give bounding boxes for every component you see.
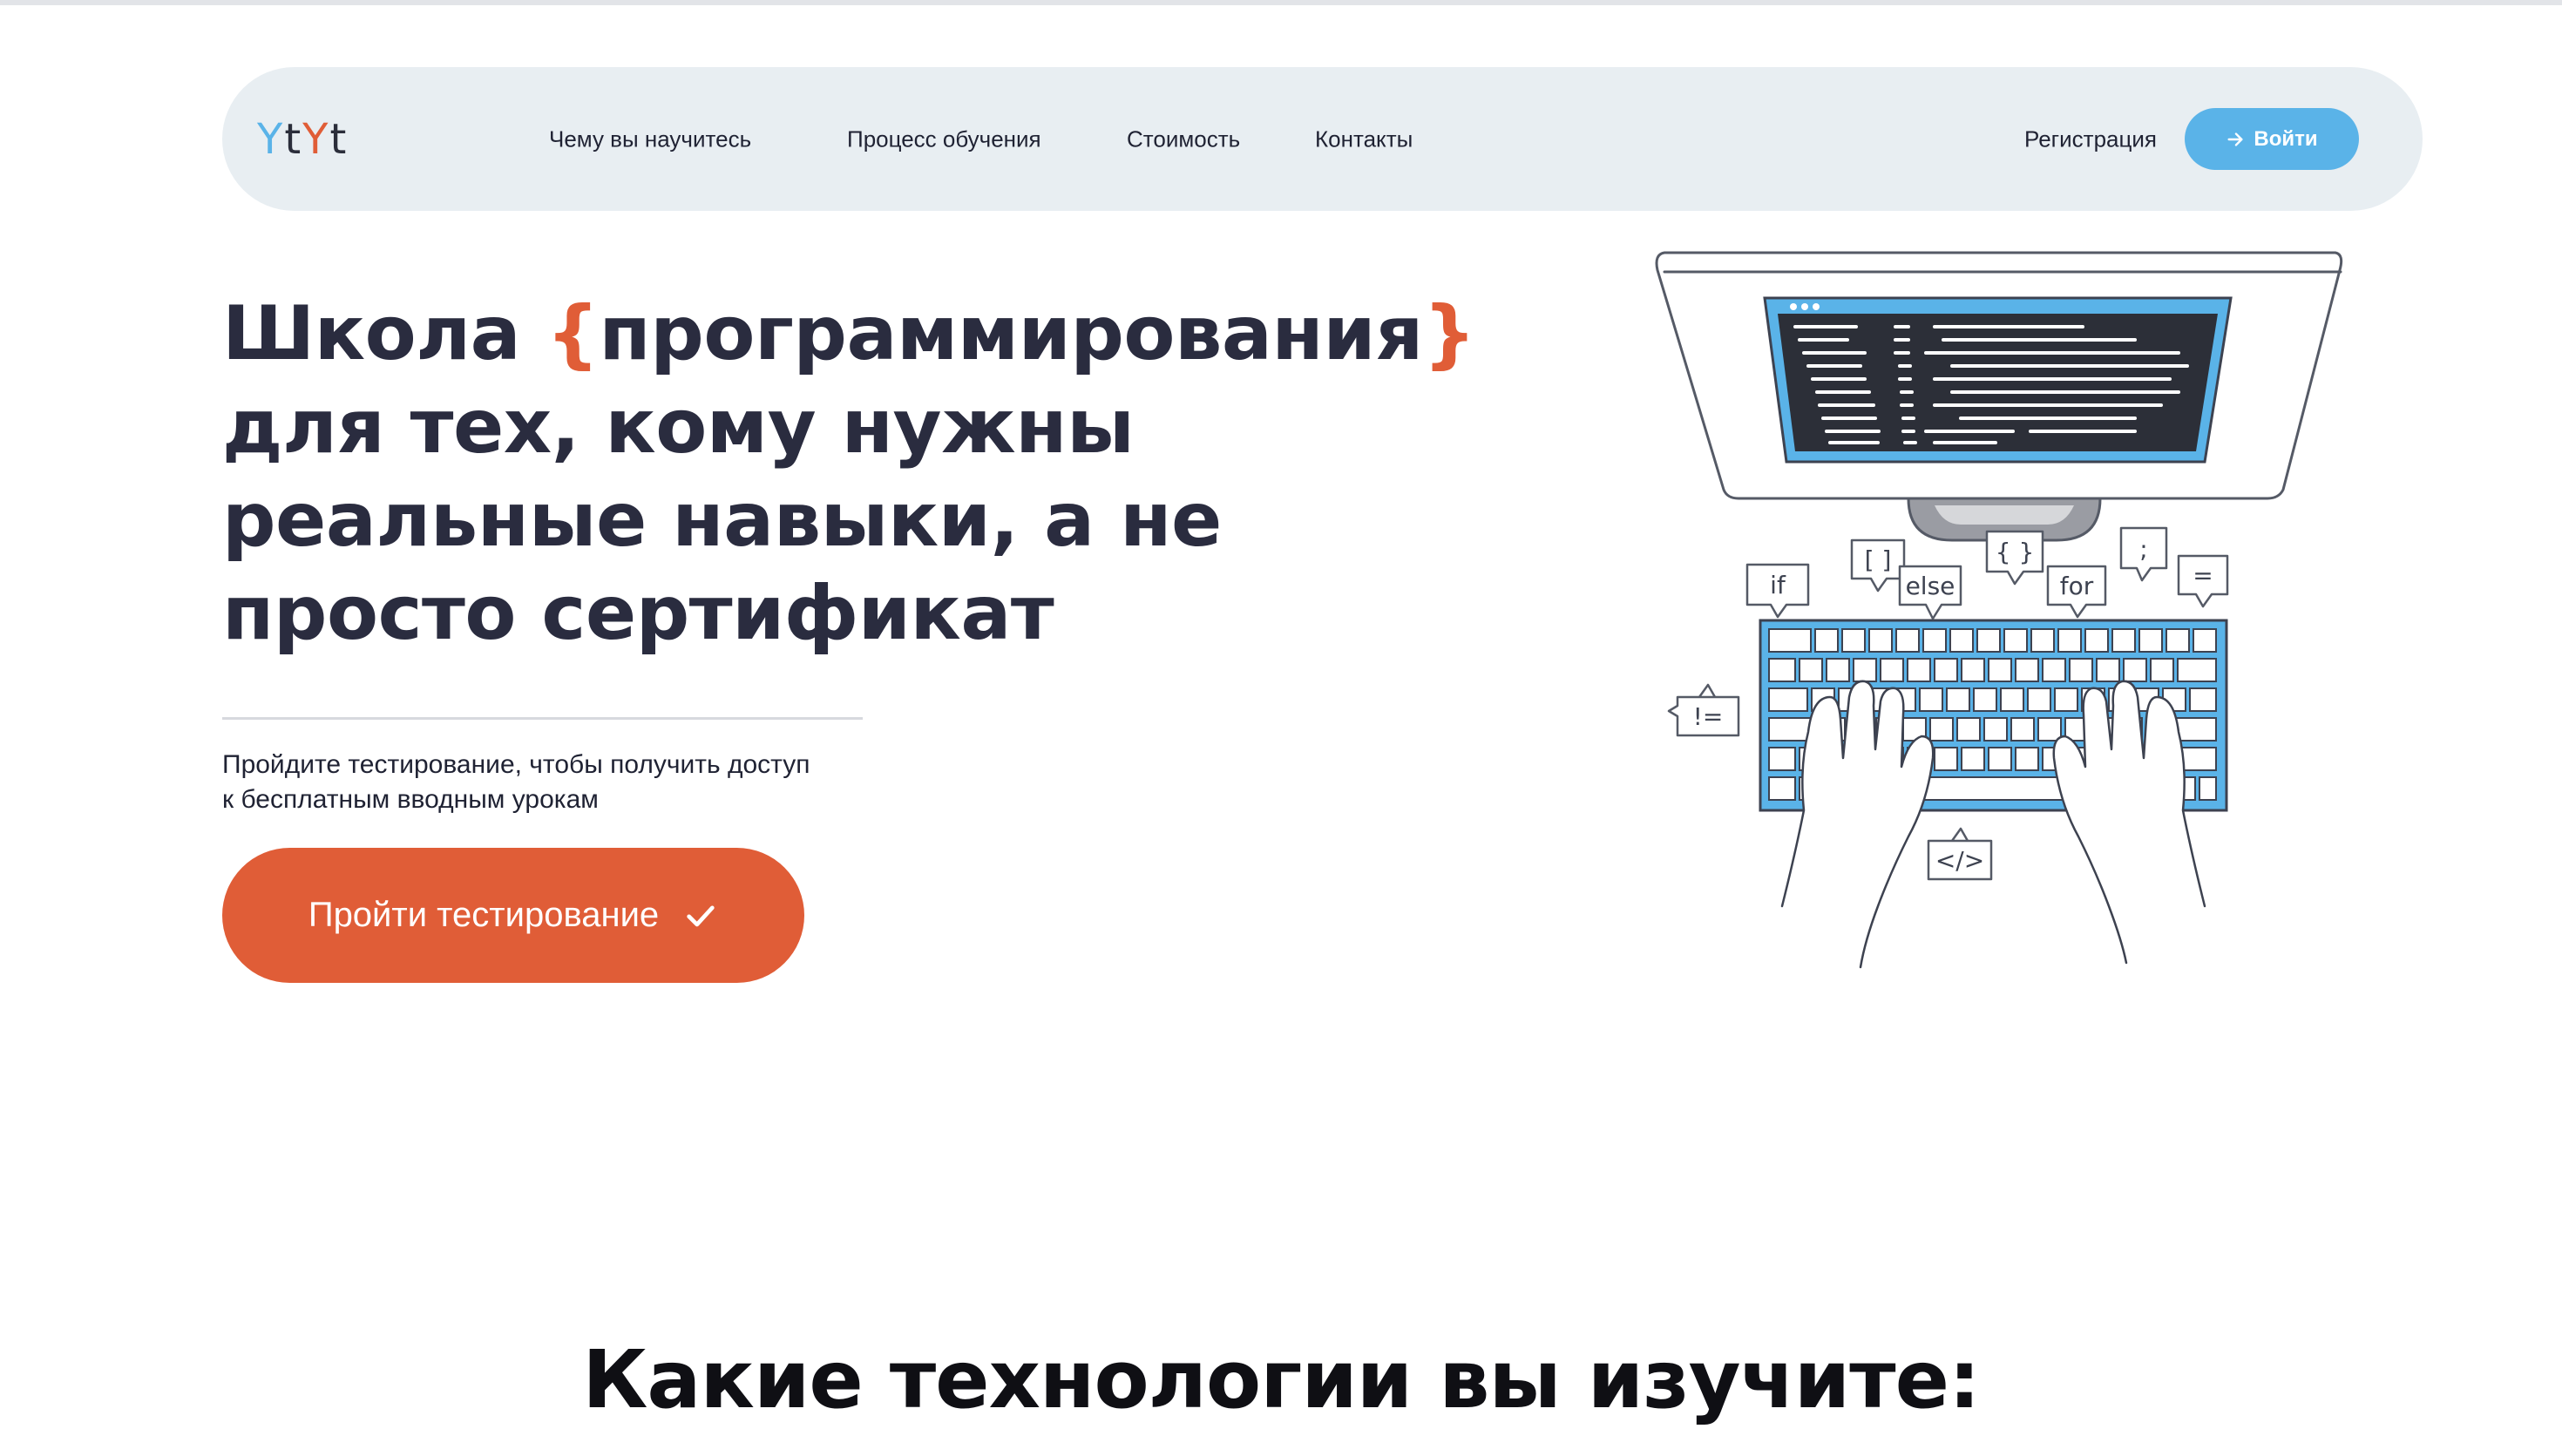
login-button-label: Войти	[2254, 126, 2318, 151]
site-header: Y t Y t Чему вы научитесь Процесс обучен…	[222, 67, 2423, 211]
logo-letter: t	[284, 114, 303, 164]
hero-subtitle-line: Пройдите тестирование, чтобы получить до…	[222, 750, 810, 779]
hero-title-line: для тех, кому нужны	[222, 383, 1135, 471]
nav-link-pricing[interactable]: Стоимость	[1127, 125, 1240, 152]
bubble-html-tag: </>	[1935, 846, 1984, 875]
hero-title-keyword: программирования	[599, 290, 1423, 377]
bubble-brackets: [ ]	[1865, 545, 1892, 574]
bubble-equals: =	[2193, 561, 2213, 590]
logo-letter: Y	[302, 114, 330, 164]
register-link[interactable]: Регистрация	[2024, 125, 2157, 152]
logo-letter: Y	[257, 114, 285, 164]
logo-letter: t	[329, 114, 349, 164]
brace-open: {	[546, 290, 600, 377]
hero-subtitle-line: к бесплатным вводным урокам	[222, 785, 599, 814]
bubble-not-equal: !=	[1693, 702, 1724, 731]
nav-link-learning-process[interactable]: Процесс обучения	[847, 125, 1041, 152]
login-button[interactable]: Войти	[2185, 108, 2359, 170]
hero-title-line: Школа {программирования}	[222, 288, 1476, 381]
take-test-button-label: Пройти тестирование	[308, 896, 660, 934]
logo[interactable]: Y t Y t	[257, 115, 348, 164]
hero-divider	[222, 717, 863, 720]
hero-title: Школа {программирования} для тех, кому н…	[222, 288, 1476, 660]
hero-title-line: просто сертификат	[222, 570, 1054, 657]
arrow-right-icon	[2227, 132, 2243, 146]
technologies-section-title: Какие технологии вы изучите:	[582, 1333, 1981, 1426]
take-test-button[interactable]: Пройти тестирование	[222, 848, 804, 983]
brace-close: }	[1422, 290, 1476, 377]
bubble-for: for	[2060, 572, 2094, 600]
hero-subtitle: Пройдите тестирование, чтобы получить до…	[222, 748, 902, 817]
checkmark-icon	[687, 905, 715, 926]
top-border	[0, 0, 2562, 5]
nav-link-contacts[interactable]: Контакты	[1315, 125, 1413, 152]
hero-title-text: Школа	[222, 290, 546, 377]
nav-link-what-you-learn[interactable]: Чему вы научитесь	[549, 125, 751, 152]
coding-illustration: if [ ] else { } for ; = != </>	[1655, 251, 2343, 969]
bubble-semicolon: ;	[2139, 535, 2147, 564]
hero-title-line: реальные навыки, а не	[222, 477, 1222, 564]
bubble-else: else	[1906, 572, 1955, 600]
bubble-if: if	[1770, 571, 1786, 599]
bubble-braces: { }	[1996, 538, 2035, 566]
